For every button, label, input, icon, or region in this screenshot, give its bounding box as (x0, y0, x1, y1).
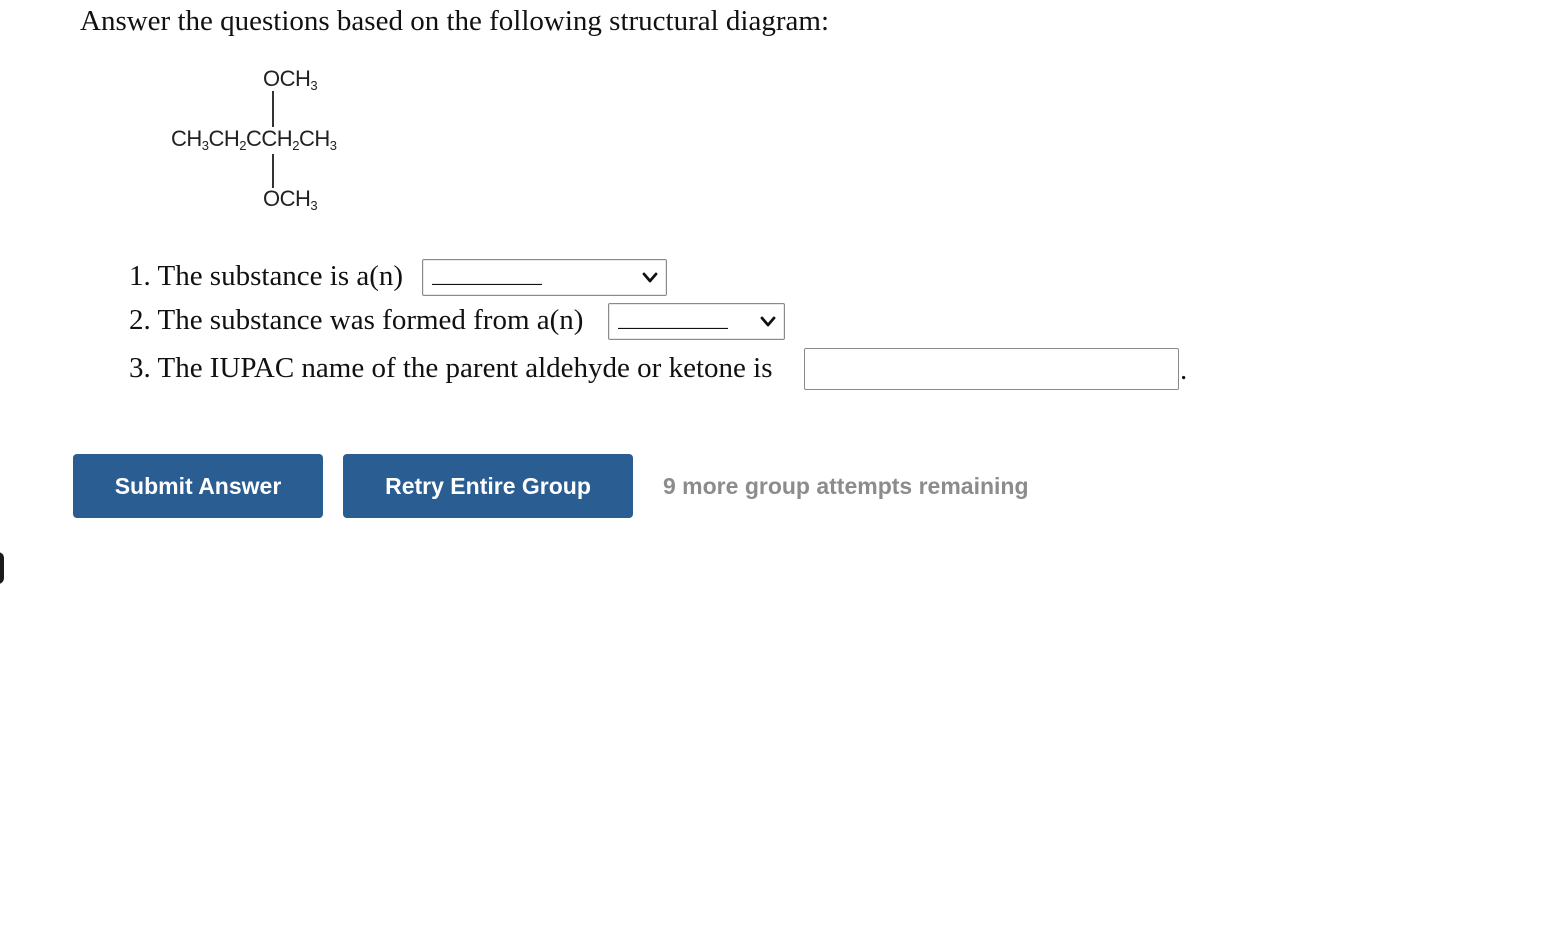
chain-atom-sub: 3 (329, 138, 337, 153)
retry-entire-group-button[interactable]: Retry Entire Group (343, 454, 633, 518)
question-3-text: 3. The IUPAC name of the parent aldehyde… (129, 352, 773, 384)
submit-answer-button[interactable]: Submit Answer (73, 454, 323, 518)
formed-from-selected-value: __________ (618, 307, 728, 331)
chain-atom: CH (298, 126, 330, 151)
substance-type-selected-value: __________ (432, 263, 542, 287)
bottom-substituent-sub: 3 (310, 198, 318, 213)
lower-bond-line (272, 154, 274, 188)
window-edge-mark (0, 552, 4, 584)
chain-atom-central-carbon: C (246, 126, 262, 151)
question-2-text: 2. The substance was formed from a(n) (129, 304, 584, 336)
main-chain: CH3CH2CCH2CH3 (171, 126, 337, 153)
formed-from-select[interactable]: __________ (608, 303, 785, 340)
chain-atom: CH (208, 126, 240, 151)
question-3-period: . (1180, 354, 1188, 386)
structural-diagram: OCH3 CH3CH2CCH2CH3 OCH3 (168, 62, 398, 222)
chain-atom-sub: 3 (201, 138, 209, 153)
upper-bond-line (272, 91, 274, 127)
substance-type-select[interactable]: __________ (422, 259, 667, 296)
top-substituent-main: OCH (263, 66, 311, 91)
attempts-remaining-text: 9 more group attempts remaining (663, 473, 1029, 499)
chain-atom: CH (261, 126, 293, 151)
bottom-substituent-main: OCH (263, 186, 311, 211)
chevron-down-icon (642, 272, 658, 282)
iupac-name-input[interactable] (804, 348, 1179, 390)
bottom-substituent: OCH3 (263, 186, 318, 213)
intro-text: Answer the questions based on the follow… (80, 5, 830, 37)
chain-atom: CH (171, 126, 202, 151)
top-substituent: OCH3 (263, 66, 318, 93)
chevron-down-icon (760, 316, 776, 326)
chain-atom-sub: 2 (292, 138, 299, 153)
question-1-text: 1. The substance is a(n) (129, 260, 404, 292)
top-substituent-sub: 3 (310, 78, 318, 93)
